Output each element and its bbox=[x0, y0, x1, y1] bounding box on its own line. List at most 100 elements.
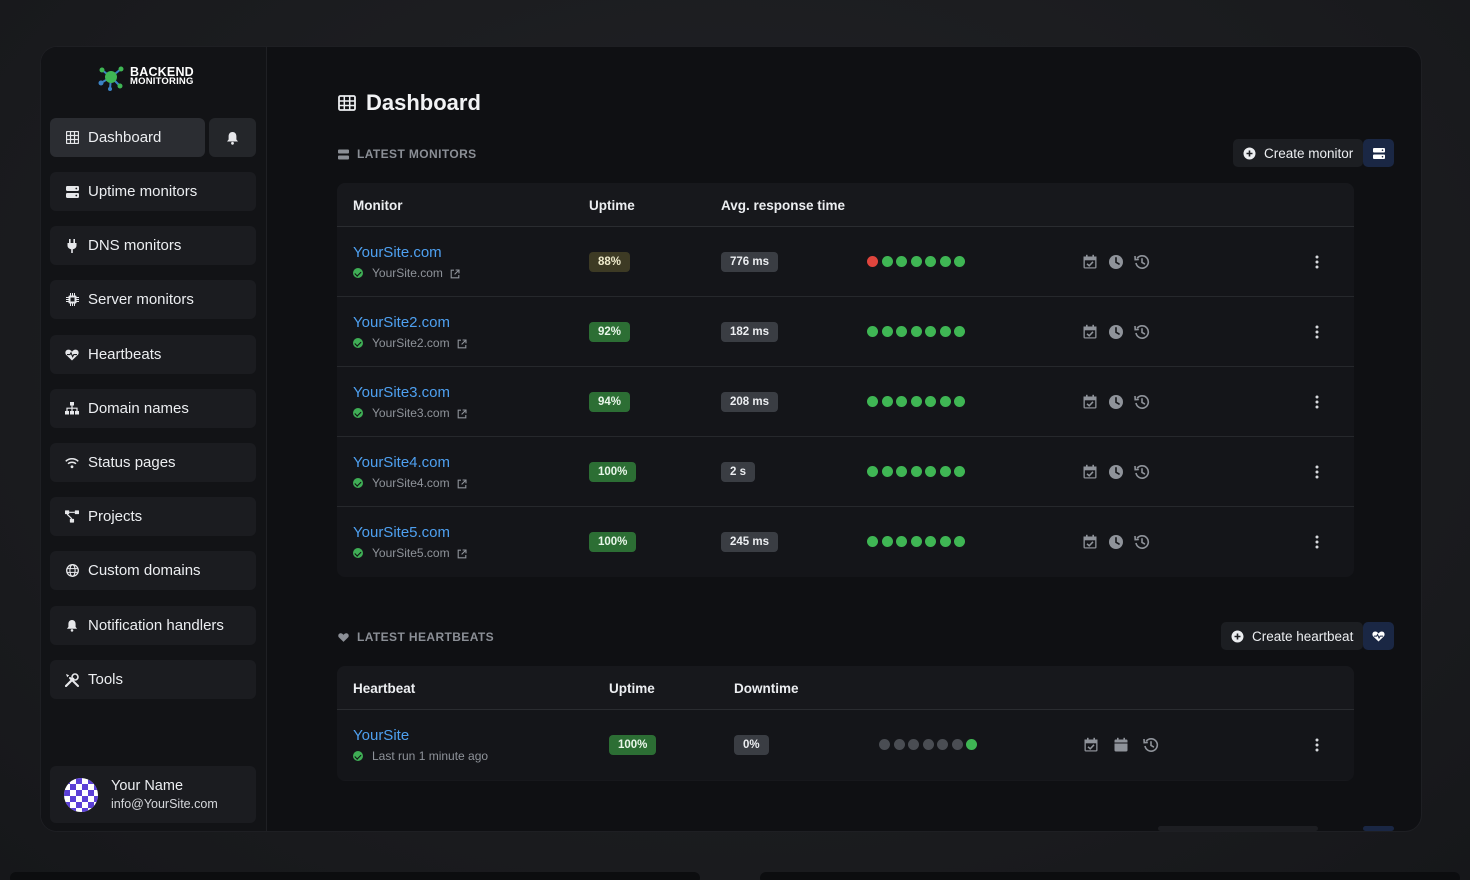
external-link-icon[interactable] bbox=[457, 408, 467, 419]
status-dot[interactable] bbox=[925, 536, 936, 547]
logo[interactable]: BACKEND MONITORING bbox=[96, 62, 194, 92]
table-row[interactable]: YourSite4.com YourSite4.com 100% 2 s bbox=[337, 437, 1354, 507]
table-row[interactable]: YourSite Last run 1 minute ago 100% 0% bbox=[337, 710, 1354, 780]
calendar-icon[interactable] bbox=[1113, 737, 1129, 753]
sidebar-item-dashboard[interactable]: Dashboard bbox=[50, 118, 205, 157]
clock-icon[interactable] bbox=[1108, 324, 1124, 340]
more-options-icon[interactable] bbox=[1310, 464, 1324, 480]
status-dot[interactable] bbox=[939, 466, 951, 477]
clock-icon[interactable] bbox=[1108, 394, 1124, 410]
user-card[interactable]: Your Name info@YourSite.com bbox=[50, 766, 256, 823]
status-dot[interactable] bbox=[908, 739, 919, 750]
sidebar-item-projects[interactable]: Projects bbox=[50, 497, 256, 536]
history-icon[interactable] bbox=[1134, 254, 1150, 270]
monitor-name-link[interactable]: YourSite4.com bbox=[353, 454, 450, 471]
status-dot[interactable] bbox=[954, 536, 965, 547]
history-icon[interactable] bbox=[1134, 464, 1150, 480]
more-options-icon[interactable] bbox=[1310, 324, 1324, 340]
calendar-check-icon[interactable] bbox=[1082, 254, 1098, 270]
sidebar-item-dns-monitors[interactable]: DNS monitors bbox=[50, 226, 256, 265]
table-row[interactable]: YourSite2.com YourSite2.com 92% 182 ms bbox=[337, 297, 1354, 367]
monitor-name-link[interactable]: YourSite3.com bbox=[353, 384, 450, 401]
heartbeat-name-link[interactable]: YourSite bbox=[353, 727, 409, 744]
sidebar-item-notification-handlers[interactable]: Notification handlers bbox=[50, 606, 256, 645]
status-dot[interactable] bbox=[867, 466, 878, 477]
status-dot[interactable] bbox=[910, 466, 922, 477]
status-dot[interactable] bbox=[896, 466, 907, 477]
status-dot[interactable] bbox=[896, 326, 907, 337]
clock-icon[interactable] bbox=[1108, 534, 1124, 550]
external-link-icon[interactable] bbox=[457, 338, 467, 349]
status-dot[interactable] bbox=[910, 256, 922, 267]
status-dot[interactable] bbox=[966, 739, 977, 750]
table-row[interactable]: YourSite3.com YourSite3.com 94% 208 ms bbox=[337, 367, 1354, 437]
status-dot[interactable] bbox=[896, 256, 907, 267]
status-dot[interactable] bbox=[954, 326, 965, 337]
clock-icon[interactable] bbox=[1108, 464, 1124, 480]
more-options-icon[interactable] bbox=[1310, 534, 1324, 550]
sidebar-item-heartbeats[interactable]: Heartbeats bbox=[50, 335, 256, 374]
calendar-check-icon[interactable] bbox=[1082, 464, 1098, 480]
create-heartbeat-button[interactable]: Create heartbeat bbox=[1221, 622, 1364, 650]
sidebar-item-tools[interactable]: Tools bbox=[50, 660, 256, 699]
status-dot[interactable] bbox=[879, 739, 890, 750]
status-dot[interactable] bbox=[922, 739, 934, 750]
status-dot[interactable] bbox=[881, 256, 893, 267]
history-icon[interactable] bbox=[1134, 324, 1150, 340]
status-dot[interactable] bbox=[881, 466, 893, 477]
status-dot[interactable] bbox=[896, 536, 907, 547]
status-dot[interactable] bbox=[910, 326, 922, 337]
create-monitor-button[interactable]: Create monitor bbox=[1233, 139, 1364, 167]
external-link-icon[interactable] bbox=[457, 548, 467, 559]
calendar-check-icon[interactable] bbox=[1082, 534, 1098, 550]
status-dot[interactable] bbox=[867, 536, 878, 547]
sidebar-item-server-monitors[interactable]: Server monitors bbox=[50, 280, 256, 319]
status-dot[interactable] bbox=[881, 396, 893, 407]
status-dot[interactable] bbox=[867, 256, 878, 267]
table-row[interactable]: YourSite.com YourSite.com 88% 776 ms bbox=[337, 227, 1354, 297]
sidebar-item-domain-names[interactable]: Domain names bbox=[50, 389, 256, 428]
status-dot[interactable] bbox=[937, 739, 948, 750]
calendar-check-icon[interactable] bbox=[1082, 324, 1098, 340]
status-dot[interactable] bbox=[910, 536, 922, 547]
external-link-icon[interactable] bbox=[457, 478, 467, 489]
sidebar-item-status-pages[interactable]: Status pages bbox=[50, 443, 256, 482]
heartbeats-view-button[interactable] bbox=[1363, 622, 1394, 650]
clock-icon[interactable] bbox=[1108, 254, 1124, 270]
more-options-icon[interactable] bbox=[1310, 737, 1324, 753]
more-options-icon[interactable] bbox=[1310, 254, 1324, 270]
status-dot[interactable] bbox=[925, 396, 936, 407]
status-dot[interactable] bbox=[925, 256, 936, 267]
status-dot[interactable] bbox=[925, 326, 936, 337]
status-dot[interactable] bbox=[954, 396, 965, 407]
history-icon[interactable] bbox=[1134, 394, 1150, 410]
status-dot[interactable] bbox=[881, 326, 893, 337]
status-dot[interactable] bbox=[910, 396, 922, 407]
monitor-name-link[interactable]: YourSite5.com bbox=[353, 524, 450, 541]
history-icon[interactable] bbox=[1143, 737, 1159, 753]
table-row[interactable]: YourSite5.com YourSite5.com 100% 245 ms bbox=[337, 507, 1354, 577]
more-options-icon[interactable] bbox=[1310, 394, 1324, 410]
status-dot[interactable] bbox=[896, 396, 907, 407]
status-dot[interactable] bbox=[881, 536, 893, 547]
status-dot[interactable] bbox=[867, 326, 878, 337]
monitor-name-link[interactable]: YourSite2.com bbox=[353, 314, 450, 331]
external-link-icon[interactable] bbox=[450, 268, 460, 279]
notifications-button[interactable] bbox=[209, 118, 256, 157]
status-dot[interactable] bbox=[954, 256, 965, 267]
history-icon[interactable] bbox=[1134, 534, 1150, 550]
status-dot[interactable] bbox=[939, 256, 951, 267]
calendar-check-icon[interactable] bbox=[1082, 394, 1098, 410]
status-dot[interactable] bbox=[939, 326, 951, 337]
status-dot[interactable] bbox=[867, 396, 878, 407]
status-dot[interactable] bbox=[939, 396, 951, 407]
status-dot[interactable] bbox=[925, 466, 936, 477]
monitors-view-button[interactable] bbox=[1363, 139, 1394, 167]
status-dot[interactable] bbox=[951, 739, 963, 750]
status-dot[interactable] bbox=[939, 536, 951, 547]
sidebar-item-custom-domains[interactable]: Custom domains bbox=[50, 551, 256, 590]
status-dot[interactable] bbox=[893, 739, 905, 750]
sidebar-item-uptime-monitors[interactable]: Uptime monitors bbox=[50, 172, 256, 211]
status-dot[interactable] bbox=[954, 466, 965, 477]
calendar-check-icon[interactable] bbox=[1083, 737, 1099, 753]
